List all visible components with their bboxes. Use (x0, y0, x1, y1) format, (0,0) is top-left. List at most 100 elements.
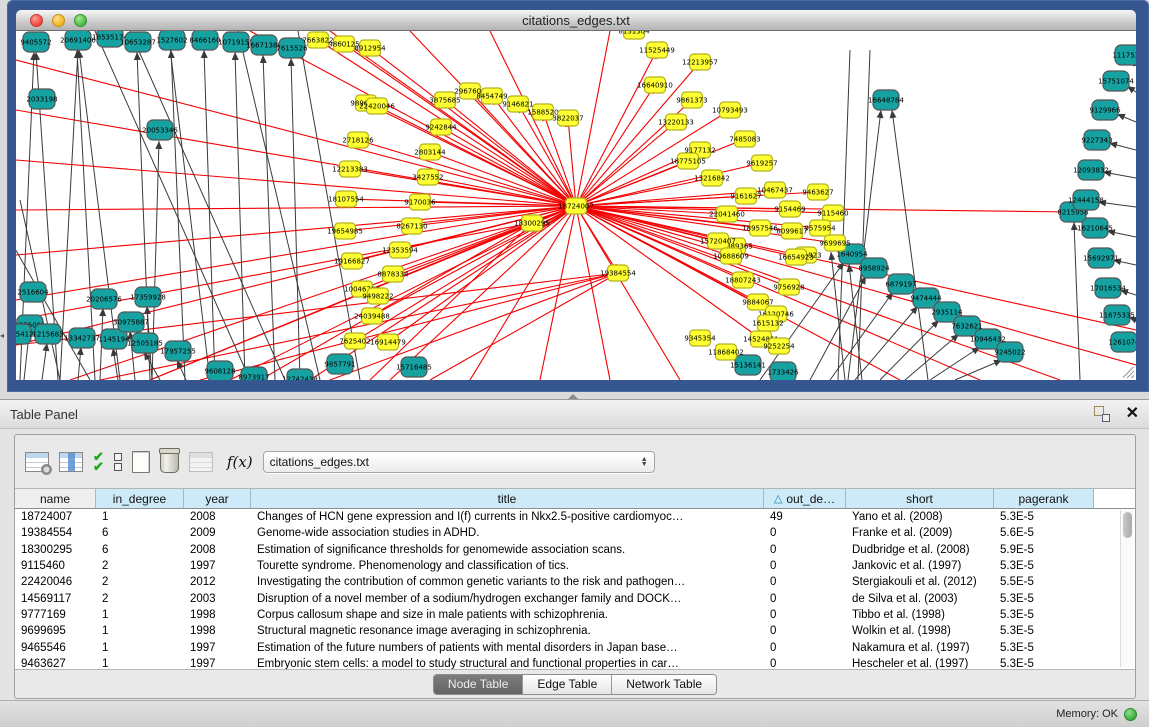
column-header-short[interactable]: short (846, 489, 994, 508)
citation-edge-black[interactable] (810, 276, 866, 380)
table-cell[interactable]: 18724007 (15, 511, 96, 523)
table-cell[interactable]: 1 (96, 658, 184, 670)
table-selector-dropdown[interactable]: citations_edges.txt ▲▼ (263, 451, 655, 473)
citation-edge-red[interactable] (430, 273, 618, 380)
select-column-button[interactable] (59, 452, 83, 472)
table-cell[interactable]: 1 (96, 642, 184, 654)
table-cell[interactable]: Tourette syndrome. Phenomenology and cla… (251, 560, 764, 572)
table-cell[interactable]: Stergiakouli et al. (2012) (846, 576, 994, 588)
table-cell[interactable]: 6 (96, 527, 184, 539)
table-cell[interactable]: Tibbo et al. (1998) (846, 609, 994, 621)
table-cell[interactable]: 0 (764, 625, 846, 637)
citation-edge-red[interactable] (344, 44, 576, 206)
network-window-titlebar[interactable]: citations_edges.txt (16, 10, 1136, 31)
table-cell[interactable]: Franke et al. (2009) (846, 527, 994, 539)
table-cell[interactable]: 0 (764, 527, 846, 539)
citation-edge-red[interactable] (16, 206, 576, 210)
table-cell[interactable]: 1997 (184, 658, 251, 670)
citation-edge-black[interactable] (235, 52, 245, 380)
table-cell[interactable]: Yano et al. (2008) (846, 511, 994, 523)
resize-grip-icon[interactable] (1123, 367, 1134, 378)
citation-edge-red[interactable] (16, 110, 576, 206)
citation-edge-black[interactable] (171, 50, 185, 380)
citation-edge-black[interactable] (204, 50, 215, 380)
citation-edge-red[interactable] (540, 206, 576, 380)
table-cell[interactable]: Changes of HCN gene expression and I(f) … (251, 511, 764, 523)
network-canvas[interactable]: 9405572206914061853517410653287152760284… (16, 31, 1136, 380)
table-settings-button[interactable] (25, 452, 49, 472)
citation-edge-black[interactable] (42, 343, 47, 380)
column-header-indegree[interactable]: in_degree (96, 489, 184, 508)
table-cell[interactable]: 5.3E-5 (994, 658, 1094, 670)
table-cell[interactable]: Corpus callosum shape and size in male p… (251, 609, 764, 621)
table-cell[interactable]: 1 (96, 625, 184, 637)
table-cell[interactable]: 1 (96, 511, 184, 523)
table-cell[interactable]: 9699695 (15, 625, 96, 637)
table-row[interactable]: 1872400712008Changes of HCN gene express… (15, 509, 1135, 525)
table-cell[interactable]: 5.5E-5 (994, 576, 1094, 588)
table-cell[interactable]: 18300295 (15, 544, 96, 556)
citation-edge-red[interactable] (358, 140, 576, 206)
table-cell[interactable]: de Silva et al. (2003) (846, 593, 994, 605)
table-cell[interactable]: Estimation of the future numbers of pati… (251, 642, 764, 654)
table-row[interactable]: 1830029562008Estimation of significance … (15, 542, 1135, 558)
citation-edge-black[interactable] (892, 110, 928, 380)
table-cell[interactable]: Investigating the contribution of common… (251, 576, 764, 588)
table-cell[interactable]: 19384554 (15, 527, 96, 539)
table-cell[interactable]: 1998 (184, 609, 251, 621)
citation-edge-black[interactable] (291, 58, 300, 380)
table-cell[interactable]: 2009 (184, 527, 251, 539)
table-cell[interactable]: 0 (764, 658, 846, 670)
table-row[interactable]: 1938455462009Genome-wide association stu… (15, 525, 1135, 541)
column-header-year[interactable]: year (184, 489, 251, 508)
table-cell[interactable]: 5.3E-5 (994, 511, 1094, 523)
close-window-button[interactable] (30, 14, 43, 27)
column-header-outde[interactable]: △out_de… (764, 489, 846, 508)
table-cell[interactable]: 0 (764, 593, 846, 605)
table-cell[interactable]: 14569117 (15, 593, 96, 605)
table-cell[interactable]: Estimation of significance thresholds fo… (251, 544, 764, 556)
table-cell[interactable]: 2 (96, 560, 184, 572)
table-cell[interactable]: 0 (764, 544, 846, 556)
table-cell[interactable]: 2008 (184, 544, 251, 556)
citation-edge-black[interactable] (955, 360, 1002, 380)
table-cell[interactable]: Genome-wide association studies in ADHD. (251, 527, 764, 539)
table-cell[interactable]: Wolkin et al. (1998) (846, 625, 994, 637)
table-cell[interactable]: 1997 (184, 560, 251, 572)
minimize-window-button[interactable] (52, 14, 65, 27)
citation-graph[interactable]: 9405572206914061853517410653287152760284… (16, 31, 1136, 380)
table-cell[interactable]: 5.3E-5 (994, 642, 1094, 654)
table-cell[interactable]: 5.3E-5 (994, 560, 1094, 572)
function-builder-button[interactable]: f(x) (227, 453, 253, 471)
table-cell[interactable]: 0 (764, 560, 846, 572)
table-cell[interactable]: 9115460 (15, 560, 96, 572)
select-rows-button[interactable]: ✔✔ (93, 452, 104, 472)
zoom-window-button[interactable] (74, 14, 87, 27)
table-cell[interactable]: 0 (764, 609, 846, 621)
table-cell[interactable]: 5.6E-5 (994, 527, 1094, 539)
table-cell[interactable]: 9463627 (15, 658, 96, 670)
column-header-title[interactable]: title (251, 489, 764, 508)
table-cell[interactable]: 2003 (184, 593, 251, 605)
table-cell[interactable]: 2008 (184, 511, 251, 523)
table-cell[interactable]: 5.9E-5 (994, 544, 1094, 556)
table-cell[interactable]: 2012 (184, 576, 251, 588)
citation-edge-black[interactable] (880, 320, 939, 380)
table-cell[interactable]: 22420046 (15, 576, 96, 588)
tab-node-table[interactable]: Node Table (434, 675, 524, 694)
tab-edge-table[interactable]: Edge Table (523, 675, 612, 694)
citation-edge-black[interactable] (905, 334, 959, 380)
citation-edge-red[interactable] (576, 206, 1136, 365)
citation-edge-red[interactable] (576, 206, 680, 380)
citation-edge-red[interactable] (430, 152, 576, 206)
citation-edge-black[interactable] (1117, 114, 1136, 122)
column-header-name[interactable]: name (15, 489, 96, 508)
table-cell[interactable]: Hescheler et al. (1997) (846, 658, 994, 670)
citation-edge-red[interactable] (370, 48, 576, 206)
table-row[interactable]: 946362711997Embryonic stem cells: a mode… (15, 656, 1135, 670)
citation-edge-red[interactable] (16, 160, 576, 206)
table-cell[interactable]: 2 (96, 576, 184, 588)
table-cell[interactable]: Dudbridge et al. (2008) (846, 544, 994, 556)
table-cell[interactable]: Structural magnetic resonance image aver… (251, 625, 764, 637)
table-cell[interactable]: 2 (96, 593, 184, 605)
